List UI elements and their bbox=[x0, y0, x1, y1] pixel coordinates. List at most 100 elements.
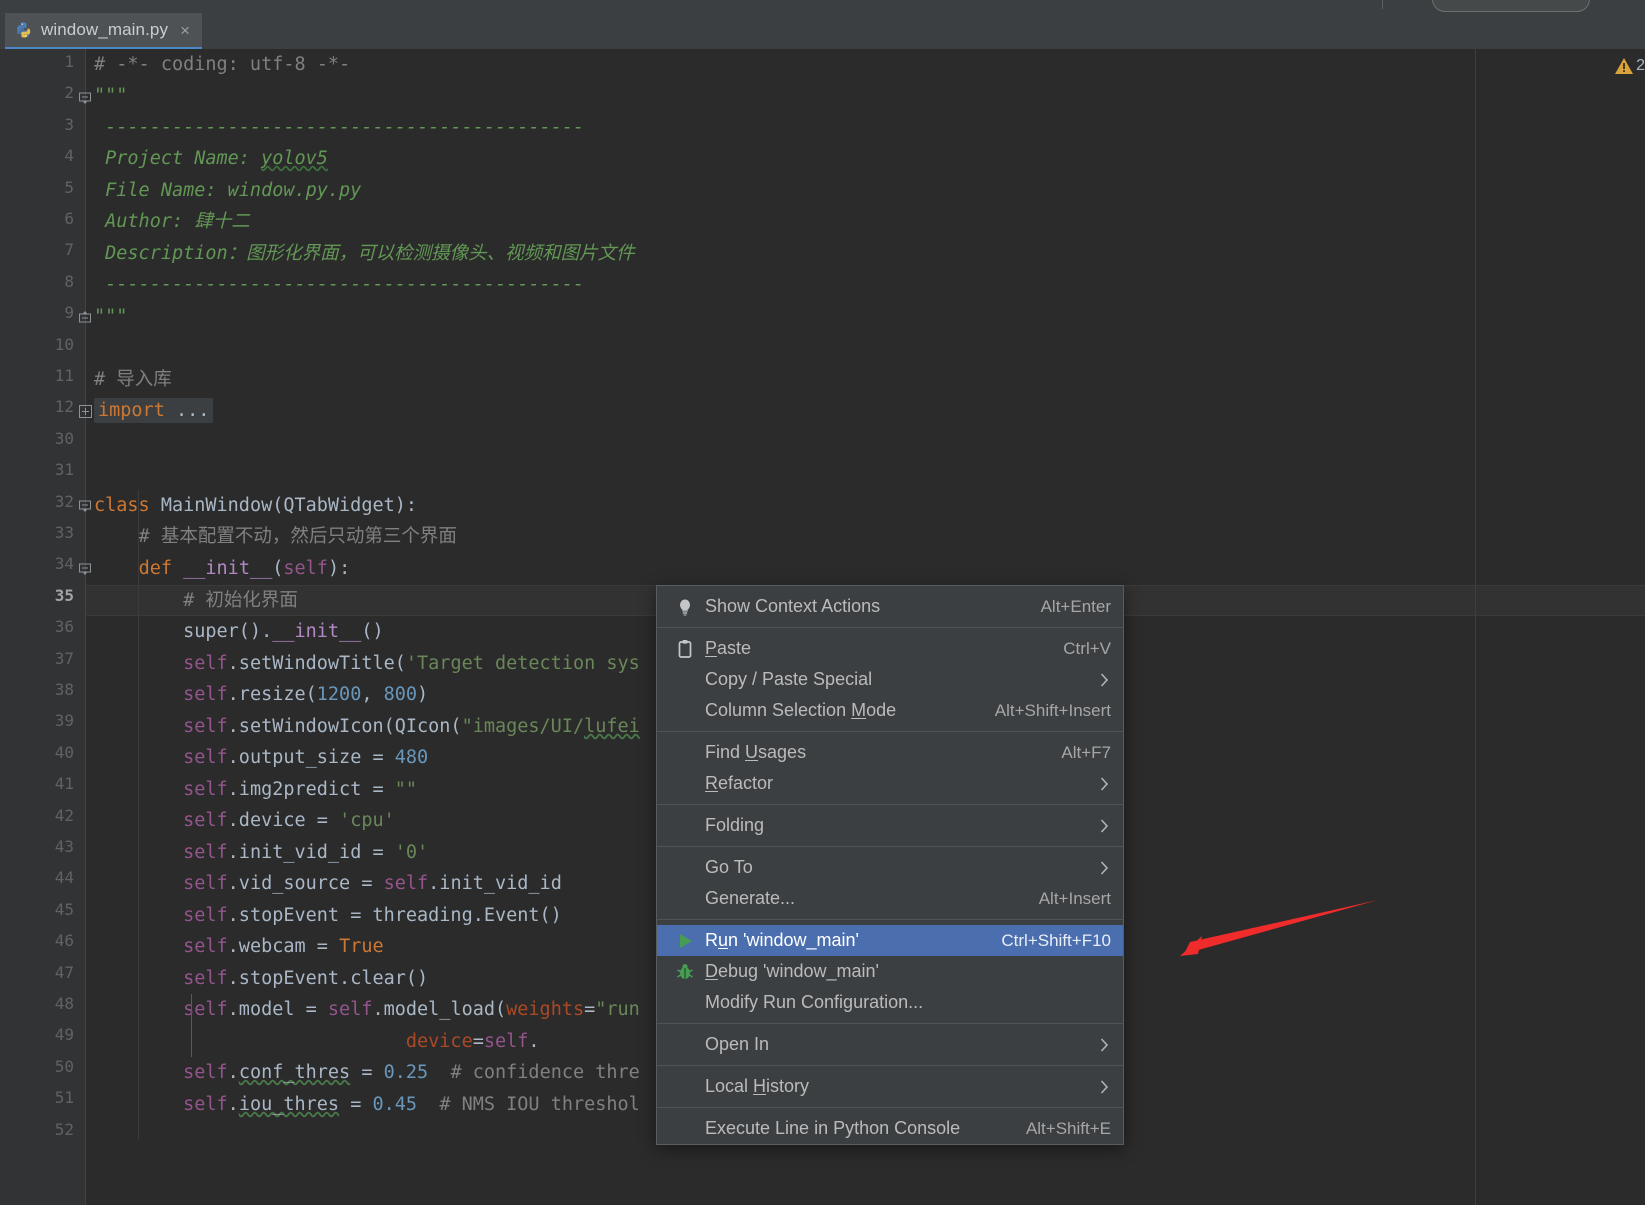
menu-item-find-usages[interactable]: Find Usages Alt+F7 bbox=[657, 737, 1123, 768]
chevron-right-icon bbox=[1100, 1079, 1109, 1094]
line-number-11[interactable]: 11 bbox=[14, 366, 74, 385]
code-line-42: self.device = 'cpu' bbox=[183, 810, 395, 831]
warning-triangle-icon bbox=[1615, 58, 1634, 74]
line-number-52[interactable]: 52 bbox=[14, 1120, 74, 1139]
line-number-4[interactable]: 4 bbox=[14, 146, 74, 165]
menu-item-label: Execute Line in Python Console bbox=[705, 1118, 961, 1138]
editor-tab-bar: window_main.py × bbox=[0, 13, 1645, 49]
line-number-45[interactable]: 45 bbox=[14, 900, 74, 919]
line-number-44[interactable]: 44 bbox=[14, 868, 74, 887]
line-number-32[interactable]: 32 bbox=[14, 492, 74, 511]
menu-item-column-selection-mode[interactable]: Column Selection Mode Alt+Shift+Insert bbox=[657, 695, 1123, 726]
line-number-38[interactable]: 38 bbox=[14, 680, 74, 699]
line-number-39[interactable]: 39 bbox=[14, 711, 74, 730]
line-number-6[interactable]: 6 bbox=[14, 209, 74, 228]
line-number-37[interactable]: 37 bbox=[14, 649, 74, 668]
code-line-7: Description：图形化界面，可以检测摄像头、视频和图片文件 bbox=[94, 243, 635, 264]
code-line-50: self.conf_thres = 0.25 # confidence thre bbox=[183, 1062, 640, 1083]
code-line-41: self.img2predict = "" bbox=[183, 779, 418, 800]
menu-item-copy-paste-special[interactable]: Copy / Paste Special bbox=[657, 664, 1123, 695]
menu-item-run-window-main[interactable]: Run 'window_main' Ctrl+Shift+F10 bbox=[657, 925, 1123, 956]
search-everywhere-field[interactable] bbox=[1432, 0, 1590, 12]
line-number-33[interactable]: 33 bbox=[14, 523, 74, 542]
editor-split-divider[interactable] bbox=[1475, 49, 1476, 1205]
line-number-40[interactable]: 40 bbox=[14, 743, 74, 762]
line-number-47[interactable]: 47 bbox=[14, 963, 74, 982]
menu-item-folding[interactable]: Folding bbox=[657, 810, 1123, 841]
line-number-36[interactable]: 36 bbox=[14, 617, 74, 636]
menu-separator bbox=[657, 731, 1123, 732]
menu-separator bbox=[657, 627, 1123, 628]
menu-item-go-to[interactable]: Go To bbox=[657, 852, 1123, 883]
menu-item-open-in[interactable]: Open In bbox=[657, 1029, 1123, 1060]
close-icon[interactable]: × bbox=[180, 22, 190, 39]
menu-item-label: Debug 'window_main' bbox=[705, 961, 879, 981]
line-number-2[interactable]: 2 bbox=[14, 83, 74, 102]
line-number-46[interactable]: 46 bbox=[14, 931, 74, 950]
code-line-4: Project Name: yolov5 bbox=[94, 148, 328, 169]
block-indent-guide bbox=[138, 490, 139, 1140]
line-number-3[interactable]: 3 bbox=[14, 115, 74, 134]
menu-item-show-context-actions[interactable]: Show Context Actions Alt+Enter bbox=[657, 591, 1123, 622]
line-number-12[interactable]: 12 bbox=[14, 397, 74, 416]
menu-item-local-history[interactable]: Local History bbox=[657, 1071, 1123, 1102]
line-number-7[interactable]: 7 bbox=[14, 240, 74, 259]
chevron-right-icon bbox=[1100, 1037, 1109, 1052]
code-line-39: self.setWindowIcon(QIcon("images/UI/lufe… bbox=[183, 716, 640, 737]
menu-item-shortcut: Alt+F7 bbox=[1061, 742, 1111, 762]
editor-tab-window-main[interactable]: window_main.py × bbox=[5, 13, 203, 49]
menu-item-label: Folding bbox=[705, 815, 765, 835]
clipboard-icon bbox=[675, 639, 695, 659]
line-number-34[interactable]: 34 bbox=[14, 554, 74, 573]
code-line-6: Author: 肆十二 bbox=[94, 211, 250, 232]
line-number-50[interactable]: 50 bbox=[14, 1057, 74, 1076]
line-number-5[interactable]: 5 bbox=[14, 178, 74, 197]
menu-item-modify-run-configuration[interactable]: Modify Run Configuration... bbox=[657, 987, 1123, 1018]
menu-item-debug-window-main[interactable]: Debug 'window_main' bbox=[657, 956, 1123, 987]
menu-item-execute-line-in-python-console[interactable]: Execute Line in Python Console Alt+Shift+… bbox=[657, 1113, 1123, 1144]
menu-item-refactor[interactable]: Refactor bbox=[657, 768, 1123, 799]
line-number-10[interactable]: 10 bbox=[14, 335, 74, 354]
code-line-9: """ bbox=[94, 306, 128, 327]
menu-separator bbox=[657, 1065, 1123, 1066]
menu-item-shortcut: Ctrl+V bbox=[1063, 638, 1111, 658]
chevron-right-icon bbox=[1100, 860, 1109, 875]
code-line-49: device=self. bbox=[405, 1031, 540, 1052]
menu-item-label: Copy / Paste Special bbox=[705, 669, 873, 689]
line-number-43[interactable]: 43 bbox=[14, 837, 74, 856]
line-number-42[interactable]: 42 bbox=[14, 806, 74, 825]
warning-count: 2 bbox=[1636, 57, 1645, 74]
inspection-warning-badge[interactable]: 2 bbox=[1614, 57, 1645, 75]
line-number-31[interactable]: 31 bbox=[14, 460, 74, 479]
line-number-30[interactable]: 30 bbox=[14, 429, 74, 448]
debug-bug-icon bbox=[675, 962, 695, 982]
line-number-49[interactable]: 49 bbox=[14, 1025, 74, 1044]
line-number-41[interactable]: 41 bbox=[14, 774, 74, 793]
line-number-1[interactable]: 1 bbox=[14, 52, 74, 71]
menu-item-paste[interactable]: Paste Ctrl+V bbox=[657, 633, 1123, 664]
line-number-8[interactable]: 8 bbox=[14, 272, 74, 291]
line-number-48[interactable]: 48 bbox=[14, 994, 74, 1013]
menu-item-label: Find Usages bbox=[705, 742, 807, 762]
line-number-9[interactable]: 9 bbox=[14, 303, 74, 322]
menu-item-label: Open In bbox=[705, 1034, 770, 1054]
code-line-1: # -*- coding: utf-8 -*- bbox=[94, 54, 351, 75]
editor-context-menu[interactable]: Show Context Actions Alt+Enter Paste Ctrl+V… bbox=[656, 585, 1124, 1145]
indent-guide bbox=[191, 994, 192, 1057]
chevron-right-icon bbox=[1100, 776, 1109, 791]
editor-tab-label: window_main.py bbox=[41, 20, 169, 39]
chevron-right-icon bbox=[1100, 1079, 1109, 1094]
toolbar-divider bbox=[1382, 0, 1383, 9]
line-number-35[interactable]: 35 bbox=[14, 586, 74, 605]
menu-item-shortcut: Alt+Shift+Insert bbox=[994, 700, 1111, 720]
line-number-51[interactable]: 51 bbox=[14, 1088, 74, 1107]
menu-item-generate[interactable]: Generate... Alt+Insert bbox=[657, 883, 1123, 914]
menu-separator bbox=[657, 1107, 1123, 1108]
lightbulb-icon bbox=[675, 597, 695, 617]
menu-separator bbox=[657, 919, 1123, 920]
chevron-right-icon bbox=[1100, 860, 1109, 875]
menu-item-shortcut: Alt+Shift+E bbox=[1025, 1118, 1111, 1138]
menu-item-label: Modify Run Configuration... bbox=[705, 992, 924, 1012]
menu-item-label: Run 'window_main' bbox=[705, 930, 859, 950]
menu-item-label: Refactor bbox=[705, 773, 774, 793]
